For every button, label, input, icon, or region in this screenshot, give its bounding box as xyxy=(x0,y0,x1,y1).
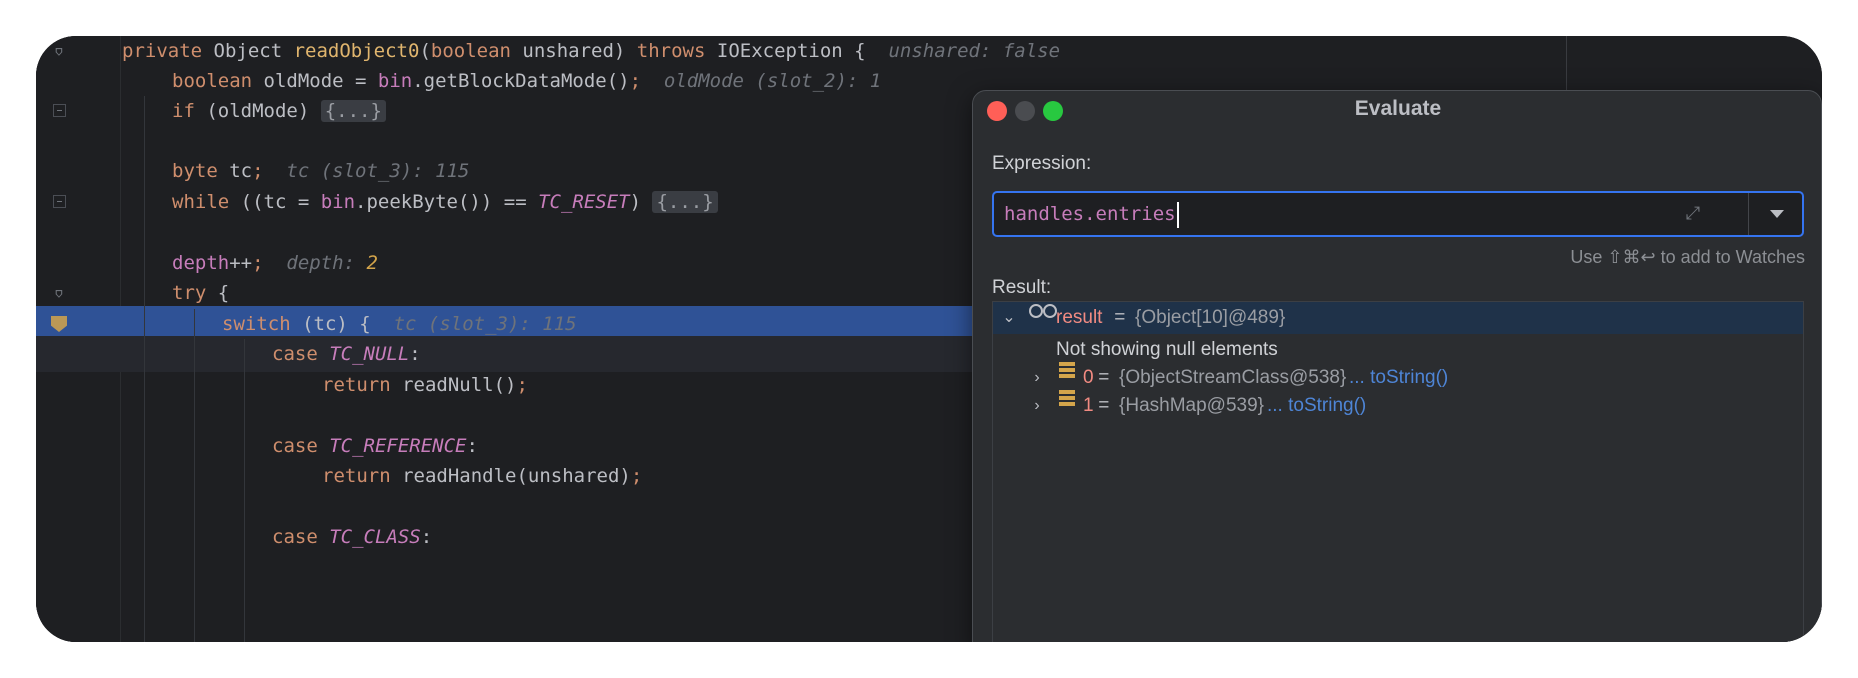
code-token: ; xyxy=(516,374,528,396)
code-token: unshared) xyxy=(522,40,637,62)
expand-editor-icon[interactable]: ⤢ xyxy=(1682,203,1704,225)
code-token: try xyxy=(172,282,218,304)
code-token: {...} xyxy=(652,191,718,213)
code-token: boolean xyxy=(430,40,523,62)
code-token: return xyxy=(322,374,403,396)
item-value: {HashMap@539} xyxy=(1119,395,1264,416)
code-token: ; xyxy=(629,70,664,92)
code-token: {...} xyxy=(320,100,386,122)
array-element-icon xyxy=(1059,390,1075,408)
execution-point-icon[interactable] xyxy=(51,316,67,332)
code-token: bin xyxy=(320,191,356,213)
code-token: ; xyxy=(630,465,643,487)
code-token: TC_REFERENCE xyxy=(329,435,467,457)
code-token: byte xyxy=(172,160,230,182)
dropdown-separator xyxy=(1748,193,1749,235)
ide-window: ⌂ private Object readObject0(boolean unsh… xyxy=(36,36,1822,642)
code-token: tc (slot_3): 115 xyxy=(286,160,470,182)
code-token: case xyxy=(272,435,330,457)
code-token: readNull() xyxy=(402,374,517,396)
array-element-icon xyxy=(1059,362,1075,380)
code-token: tc (slot_3): 115 xyxy=(393,313,577,335)
indent-guide xyxy=(144,96,145,642)
code-token: private xyxy=(122,40,214,62)
expression-value[interactable]: handles.entries xyxy=(1004,193,1179,235)
code-token: ++ xyxy=(229,252,253,274)
code-token: IOException { xyxy=(716,40,889,62)
code-token: case xyxy=(272,526,330,548)
expand-fold-icon[interactable] xyxy=(53,195,66,208)
add-to-watches-hint: Use ⇧⌘↩ to add to Watches xyxy=(1570,247,1805,267)
code-token: ; xyxy=(252,160,287,182)
indent-guide xyxy=(194,309,195,642)
result-label: Result: xyxy=(992,277,1052,298)
code-token: tc xyxy=(229,160,253,182)
result-tree[interactable]: ⌄ result = {Object[10]@489} Not showing … xyxy=(992,301,1804,642)
tree-row-result[interactable]: ⌄ result = {Object[10]@489} xyxy=(993,302,1803,334)
code-token: ((tc = xyxy=(240,191,321,213)
expression-input[interactable]: handles.entries ⤢ xyxy=(992,191,1804,237)
code-token: ; xyxy=(252,252,287,274)
code-token: .peekByte()) == xyxy=(355,191,539,213)
fold-marker-icon[interactable]: ⌂ xyxy=(53,286,65,301)
code-token: : xyxy=(409,343,421,365)
code-token: readObject0 xyxy=(293,40,420,62)
code-token: TC_CLASS xyxy=(329,526,421,548)
code-token: { xyxy=(217,282,230,304)
code-token: case xyxy=(272,343,330,365)
item-equals: = xyxy=(1093,395,1115,416)
history-dropdown-icon[interactable] xyxy=(1758,193,1796,235)
code-token: boolean xyxy=(172,70,264,92)
expression-label: Expression: xyxy=(992,153,1092,174)
code-token: if xyxy=(172,100,207,122)
code-token: ( xyxy=(419,40,431,62)
evaluate-dialog: Evaluate Expression: handles.entries ⤢ U… xyxy=(972,90,1822,642)
code-token: ) xyxy=(629,191,653,213)
code-text[interactable]: case TC_CLASS: xyxy=(272,519,432,555)
tree-row-item-1[interactable]: › 1 = {HashMap@539} ... toString() xyxy=(993,390,1803,422)
text-cursor xyxy=(1176,201,1179,228)
result-name: result xyxy=(1056,307,1103,328)
result-equals: = xyxy=(1109,307,1131,328)
code-token: TC_NULL xyxy=(329,343,410,365)
code-token: Object xyxy=(213,40,294,62)
code-token: unshared: false xyxy=(888,40,1061,62)
code-token: : xyxy=(466,435,478,457)
indent-guide xyxy=(244,339,245,642)
item-index: 1 xyxy=(1083,395,1094,416)
code-token: return xyxy=(322,465,403,487)
expand-fold-icon[interactable] xyxy=(53,104,66,117)
code-token: depth xyxy=(172,252,230,274)
watch-glasses-icon xyxy=(1029,302,1057,318)
code-token: oldMode = xyxy=(263,70,378,92)
dialog-title: Evaluate xyxy=(1354,97,1442,120)
code-token: oldMode (slot_2): 1 xyxy=(663,70,882,92)
code-token: bin xyxy=(377,70,413,92)
result-value: {Object[10]@489} xyxy=(1135,307,1286,328)
code-token: 2 xyxy=(366,252,378,274)
code-token: (oldMode) xyxy=(206,100,321,122)
code-token: : xyxy=(420,526,433,548)
fold-marker-icon[interactable]: ⌂ xyxy=(53,44,65,59)
code-token: while xyxy=(172,191,241,213)
to-string-link[interactable]: ... toString() xyxy=(1267,390,1366,422)
code-token: TC_RESET xyxy=(538,191,630,213)
code-token: depth: xyxy=(286,252,367,274)
chevron-right-icon[interactable]: › xyxy=(1029,390,1045,422)
code-token: throws xyxy=(636,40,717,62)
code-token: (tc) { xyxy=(302,313,394,335)
code-token: .getBlockDataMode() xyxy=(412,70,630,92)
chevron-down-icon[interactable]: ⌄ xyxy=(1001,302,1017,334)
code-token: switch xyxy=(222,313,303,335)
code-token: readHandle(unshared) xyxy=(402,465,631,487)
